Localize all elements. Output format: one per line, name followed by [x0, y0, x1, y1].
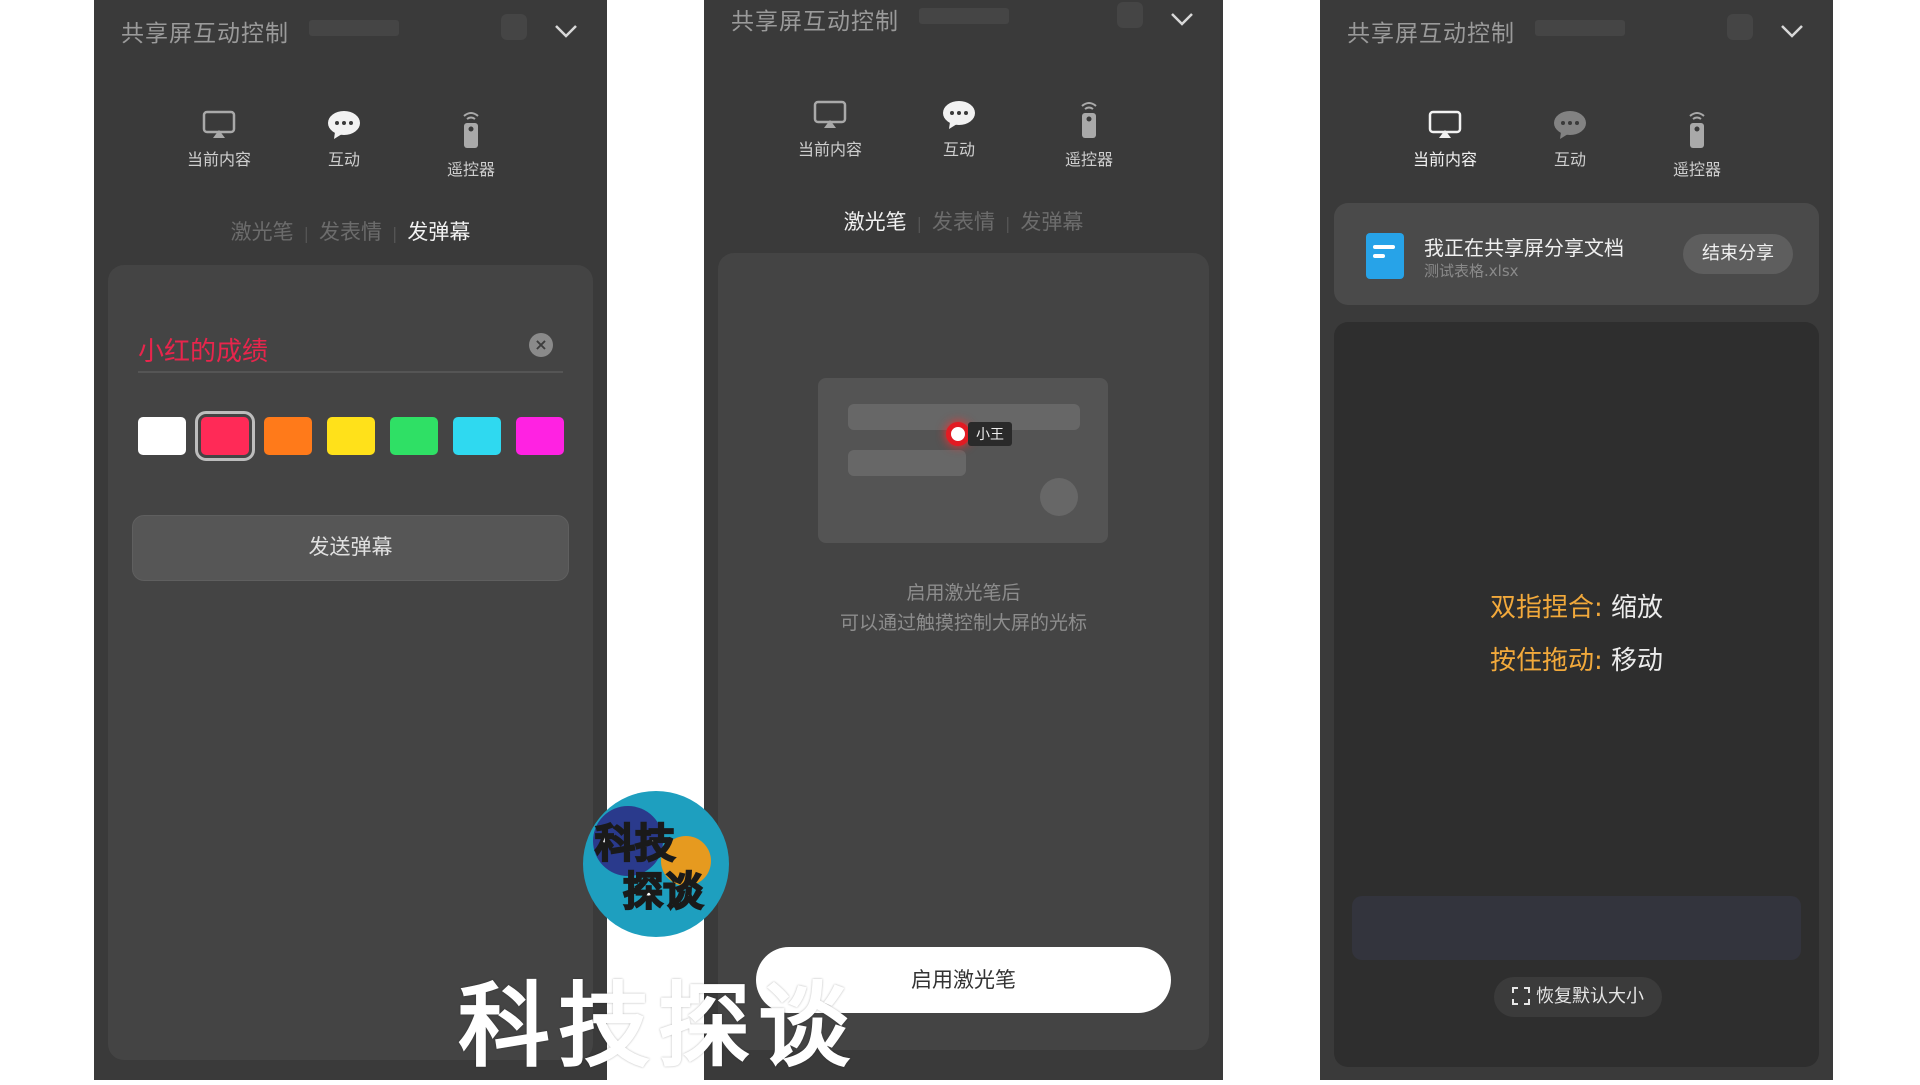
share-status-card: 我正在共享屏分享文档 测试表格.xlsx 结束分享: [1334, 203, 1819, 305]
color-swatch-magenta[interactable]: [516, 417, 564, 455]
channel-logo-badge: 科技 探谈: [583, 791, 729, 937]
end-share-button[interactable]: 结束分享: [1683, 234, 1793, 274]
chevron-down-icon[interactable]: [553, 18, 579, 44]
tab-interact[interactable]: 互动: [289, 110, 399, 170]
subtab-danmu[interactable]: 发弹幕: [397, 216, 480, 246]
screen-cast-icon: [813, 100, 847, 128]
remote-control-icon: [463, 112, 479, 148]
blurred-button: [1352, 896, 1801, 960]
panel-current-content: 共享屏互动控制 当前内容 互动 遥控器 我正在共享屏分享文档 测试表格.xlsx…: [1320, 0, 1833, 1080]
laser-user-tag: 小王: [968, 422, 1012, 446]
sub-tabs: 激光笔 | 发表情 | 发弹幕: [704, 206, 1223, 236]
chat-bubble-icon: [943, 101, 975, 129]
share-title: 我正在共享屏分享文档: [1424, 236, 1624, 260]
color-swatch-orange[interactable]: [264, 417, 312, 455]
tab-remote-label: 遥控器: [1672, 160, 1721, 179]
clear-icon[interactable]: ×: [529, 333, 553, 357]
restore-size-label: 恢复默认大小: [1536, 986, 1644, 1007]
laser-illustration: 小王: [818, 378, 1108, 543]
gesture-hint-pinch: 双指捏合: 缩放: [1334, 587, 1819, 624]
laser-card: 小王 启用激光笔后 可以通过触摸控制大屏的光标: [718, 253, 1209, 1050]
restore-size-button[interactable]: 恢复默认大小: [1494, 977, 1662, 1017]
tab-current-content[interactable]: 当前内容: [775, 100, 885, 160]
illustration-bar: [848, 450, 966, 476]
danmu-card: 小红的成绩 × 发送弹幕: [108, 265, 593, 1060]
subtab-danmu[interactable]: 发弹幕: [1010, 206, 1093, 236]
header: 共享屏互动控制: [704, 0, 1223, 48]
chat-bubble-icon: [328, 111, 360, 139]
gesture-pinch-value: 缩放: [1611, 593, 1664, 623]
chat-bubble-icon: [1554, 111, 1586, 139]
main-tabs: 当前内容 互动 遥控器: [704, 100, 1223, 190]
tab-current-content-label: 当前内容: [797, 140, 862, 159]
gesture-pinch-key: 双指捏合:: [1489, 593, 1603, 623]
header-title: 共享屏互动控制: [1347, 21, 1515, 47]
header-subtitle-blurred: [309, 20, 399, 36]
remote-control-icon: [1689, 112, 1705, 148]
expand-icon: [1512, 987, 1530, 1005]
subtab-emoji[interactable]: 发表情: [309, 216, 392, 246]
tab-interact-label: 互动: [1553, 150, 1586, 169]
main-tabs: 当前内容 互动 遥控器: [94, 110, 607, 200]
color-swatch-green[interactable]: [390, 417, 438, 455]
subtab-emoji[interactable]: 发表情: [922, 206, 1005, 236]
header-subtitle-blurred: [919, 8, 1009, 24]
remote-control-icon: [1081, 102, 1097, 138]
header-icon-blurred: [1117, 2, 1143, 28]
gesture-drag-key: 按住拖动:: [1489, 646, 1603, 676]
panel-laser: 共享屏互动控制 当前内容 互动 遥控器 激光笔 | 发表情 | 发弹幕 小王 启用激光笔…: [704, 0, 1223, 1080]
header-icon-blurred: [1727, 14, 1753, 40]
tab-current-content-label: 当前内容: [186, 150, 251, 169]
header-icon-blurred: [501, 14, 527, 40]
tab-current-content-label: 当前内容: [1412, 150, 1477, 169]
watermark-text: 科技探谈: [458, 973, 859, 1080]
send-danmu-button[interactable]: 发送弹幕: [132, 515, 569, 581]
chevron-down-icon[interactable]: [1169, 6, 1195, 32]
laser-hint-line1: 启用激光笔后: [906, 582, 1021, 604]
tab-interact-label: 互动: [327, 150, 360, 169]
badge-text-line2: 探谈: [622, 868, 704, 916]
laser-hint-line2: 可以通过触摸控制大屏的光标: [839, 612, 1087, 634]
subtab-laser[interactable]: 激光笔: [221, 216, 304, 246]
tab-current-content[interactable]: 当前内容: [164, 110, 274, 170]
screen-cast-icon: [202, 110, 236, 138]
color-swatch-yellow[interactable]: [327, 417, 375, 455]
color-swatch-red[interactable]: [195, 411, 255, 461]
danmu-input[interactable]: 小红的成绩 ×: [138, 329, 563, 373]
screen-cast-icon: [1428, 110, 1462, 138]
content-preview-area[interactable]: 双指捏合: 缩放 按住拖动: 移动 恢复默认大小: [1334, 322, 1819, 1067]
subtab-laser[interactable]: 激光笔: [834, 206, 917, 236]
color-swatch-white[interactable]: [138, 417, 186, 455]
gesture-drag-value: 移动: [1611, 646, 1664, 676]
tab-current-content[interactable]: 当前内容: [1390, 110, 1500, 170]
tab-remote[interactable]: 遥控器: [1034, 100, 1144, 170]
header-title: 共享屏互动控制: [121, 21, 289, 47]
laser-dot-icon: [946, 422, 970, 446]
gesture-hint-drag: 按住拖动: 移动: [1334, 640, 1819, 677]
sub-tabs: 激光笔 | 发表情 | 发弹幕: [94, 216, 607, 246]
header: 共享屏互动控制: [1320, 0, 1833, 60]
tab-remote[interactable]: 遥控器: [416, 110, 526, 180]
illustration-circle: [1040, 478, 1078, 516]
color-swatch-cyan[interactable]: [453, 417, 501, 455]
header-title: 共享屏互动控制: [731, 9, 899, 35]
header: 共享屏互动控制: [94, 0, 607, 60]
chevron-down-icon[interactable]: [1779, 18, 1805, 44]
document-icon: [1366, 233, 1404, 279]
panel-danmu: 共享屏互动控制 当前内容 互动 遥控器 激光笔 | 发表情 | 发弹幕 小红的成绩 ×: [94, 0, 607, 1080]
danmu-input-value: 小红的成绩: [138, 337, 269, 367]
tab-interact[interactable]: 互动: [1515, 110, 1625, 170]
tab-remote-label: 遥控器: [446, 160, 495, 179]
tab-interact[interactable]: 互动: [904, 100, 1014, 160]
tab-remote[interactable]: 遥控器: [1642, 110, 1752, 180]
main-tabs: 当前内容 互动 遥控器: [1320, 110, 1833, 200]
header-subtitle-blurred: [1535, 20, 1625, 36]
tab-interact-label: 互动: [942, 140, 975, 159]
share-file-name: 测试表格.xlsx: [1424, 262, 1519, 280]
tab-remote-label: 遥控器: [1064, 150, 1113, 169]
